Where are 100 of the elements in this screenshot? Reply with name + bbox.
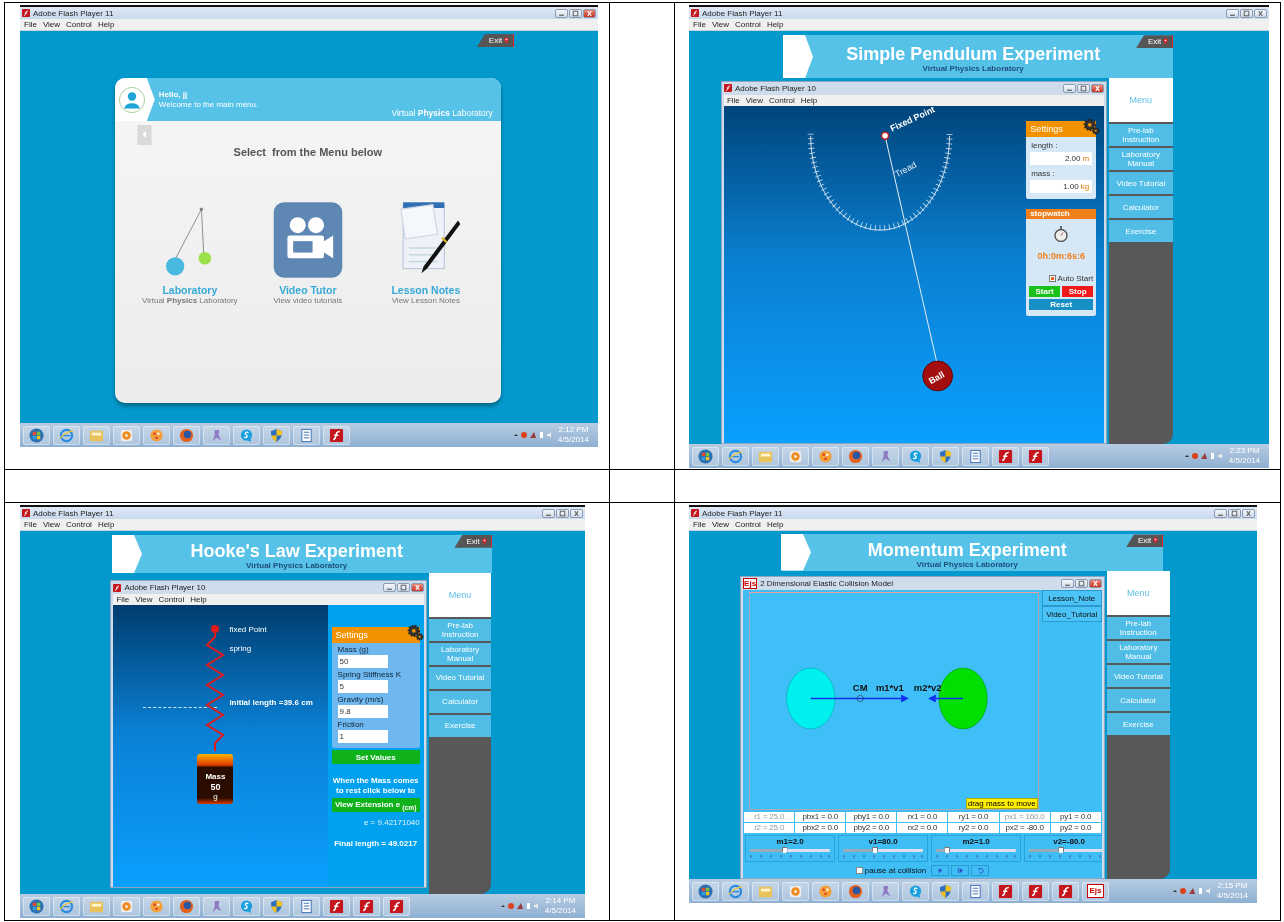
auto-start-checkbox[interactable] bbox=[1048, 274, 1056, 282]
slider-track[interactable] bbox=[936, 849, 1017, 852]
taskbar-button[interactable] bbox=[962, 446, 989, 466]
exit-button[interactable]: Exit bbox=[454, 534, 492, 548]
pause-checkbox[interactable] bbox=[855, 867, 863, 874]
menu-bar-item[interactable]: File bbox=[116, 595, 130, 604]
taskbar-button[interactable] bbox=[1052, 881, 1079, 901]
input-field[interactable]: 2.00 m bbox=[1030, 151, 1093, 165]
taskbar-button[interactable] bbox=[1022, 446, 1049, 466]
taskbar-button[interactable] bbox=[932, 881, 959, 901]
slider-track[interactable] bbox=[750, 849, 831, 852]
taskbar-button[interactable] bbox=[23, 896, 50, 916]
side-button[interactable]: Video_Tutorial bbox=[1041, 606, 1102, 623]
taskbar-button[interactable] bbox=[992, 881, 1019, 901]
menu-bar-item[interactable]: Help bbox=[97, 20, 115, 29]
taskbar-button[interactable]: Ejs bbox=[1082, 881, 1109, 901]
menu-option[interactable]: Video Tutor View video tutorials bbox=[263, 196, 352, 310]
slider-thumb[interactable] bbox=[1058, 847, 1065, 854]
taskbar-button[interactable] bbox=[692, 446, 719, 466]
menu-bar-item[interactable]: File bbox=[24, 20, 37, 29]
menu-option[interactable]: Lesson Notes View Lesson Notes bbox=[381, 196, 470, 310]
step-button[interactable] bbox=[951, 865, 970, 876]
close-button[interactable] bbox=[410, 583, 424, 592]
input-field[interactable]: 9.8 bbox=[337, 705, 388, 718]
input-field[interactable]: 1 bbox=[337, 730, 388, 743]
menu-bar-item[interactable]: View bbox=[42, 520, 61, 529]
exit-button[interactable]: Exit bbox=[1125, 534, 1164, 548]
menu-bar-item[interactable]: Control bbox=[66, 20, 92, 29]
input-field[interactable]: 50 bbox=[337, 655, 388, 668]
taskbar-button[interactable] bbox=[872, 881, 899, 901]
minimize-button[interactable] bbox=[1063, 83, 1077, 93]
menu-bar-item[interactable]: View bbox=[745, 95, 763, 105]
minimize-button[interactable] bbox=[382, 583, 396, 592]
maximize-button[interactable] bbox=[396, 583, 410, 592]
input-field[interactable]: 1.00 kg bbox=[1030, 179, 1093, 193]
menu-bar-item[interactable]: View bbox=[135, 595, 153, 604]
maximize-button[interactable] bbox=[1228, 508, 1241, 518]
taskbar-button[interactable] bbox=[203, 896, 230, 916]
taskbar-button[interactable] bbox=[722, 881, 749, 901]
exit-button[interactable]: Exit bbox=[1135, 35, 1174, 49]
menu-bar-item[interactable]: Control bbox=[66, 520, 92, 529]
taskbar-button[interactable] bbox=[962, 881, 989, 901]
close-button[interactable] bbox=[1242, 508, 1255, 518]
taskbar-button[interactable] bbox=[263, 896, 290, 916]
minimize-button[interactable] bbox=[1060, 579, 1074, 589]
taskbar-button[interactable] bbox=[902, 446, 929, 466]
menu-bar-item[interactable]: Control bbox=[735, 20, 761, 29]
maximize-button[interactable] bbox=[556, 508, 569, 518]
menu-bar-item[interactable]: File bbox=[693, 520, 706, 529]
taskbar-button[interactable] bbox=[173, 896, 200, 916]
menu-bar-item[interactable]: Help bbox=[97, 520, 115, 529]
menu-bar-item[interactable]: File bbox=[693, 20, 706, 29]
maximize-button[interactable] bbox=[1077, 83, 1091, 93]
menu-bar-item[interactable]: View bbox=[42, 20, 61, 29]
close-button[interactable] bbox=[583, 8, 596, 18]
taskbar-button[interactable] bbox=[53, 425, 80, 445]
menu-bar-item[interactable]: View bbox=[711, 520, 730, 529]
maximize-button[interactable] bbox=[569, 8, 582, 18]
menu-bar-item[interactable]: Help bbox=[800, 95, 818, 105]
reset-button[interactable]: Reset bbox=[1029, 298, 1094, 310]
menu-bar-item[interactable]: Help bbox=[766, 20, 784, 29]
reset-button[interactable] bbox=[971, 865, 990, 876]
taskbar-button[interactable] bbox=[233, 425, 260, 445]
slider-thumb[interactable] bbox=[872, 847, 879, 854]
menu-bar-item[interactable]: View bbox=[711, 20, 730, 29]
menu-bar-item[interactable]: Help bbox=[766, 520, 784, 529]
taskbar-button[interactable] bbox=[842, 881, 869, 901]
taskbar-button[interactable] bbox=[932, 446, 959, 466]
taskbar-button[interactable] bbox=[143, 896, 170, 916]
menu-bar-item[interactable]: File bbox=[24, 520, 37, 529]
close-button[interactable] bbox=[570, 508, 583, 518]
exit-button[interactable]: Exit bbox=[476, 34, 515, 47]
slider-track[interactable] bbox=[843, 849, 924, 852]
taskbar-button[interactable] bbox=[233, 896, 260, 916]
maximize-button[interactable] bbox=[1074, 579, 1088, 589]
minimize-button[interactable] bbox=[1226, 8, 1239, 18]
taskbar-button[interactable] bbox=[902, 881, 929, 901]
menu-bar-item[interactable]: Help bbox=[190, 595, 207, 604]
taskbar-button[interactable] bbox=[992, 446, 1019, 466]
taskbar-button[interactable] bbox=[842, 446, 869, 466]
taskbar-button[interactable] bbox=[53, 896, 80, 916]
maximize-button[interactable] bbox=[1240, 8, 1253, 18]
menu-bar-item[interactable]: Control bbox=[735, 520, 761, 529]
taskbar-button[interactable] bbox=[1022, 881, 1049, 901]
input-field[interactable]: 5 bbox=[337, 680, 388, 693]
taskbar-button[interactable] bbox=[263, 425, 290, 445]
minimize-button[interactable] bbox=[542, 508, 555, 518]
menu-bar-item[interactable]: Control bbox=[158, 595, 185, 604]
slider-thumb[interactable] bbox=[944, 847, 951, 854]
taskbar-button[interactable] bbox=[293, 425, 320, 445]
taskbar-button[interactable] bbox=[353, 896, 380, 916]
taskbar-button[interactable] bbox=[23, 425, 50, 445]
taskbar-button[interactable] bbox=[692, 881, 719, 901]
taskbar-button[interactable] bbox=[323, 896, 350, 916]
taskbar-button[interactable] bbox=[203, 425, 230, 445]
slider-track[interactable] bbox=[1029, 849, 1102, 852]
stop-button[interactable]: Stop bbox=[1062, 285, 1094, 297]
close-button[interactable] bbox=[1091, 83, 1105, 93]
taskbar-button[interactable] bbox=[173, 425, 200, 445]
taskbar-button[interactable] bbox=[323, 425, 350, 445]
